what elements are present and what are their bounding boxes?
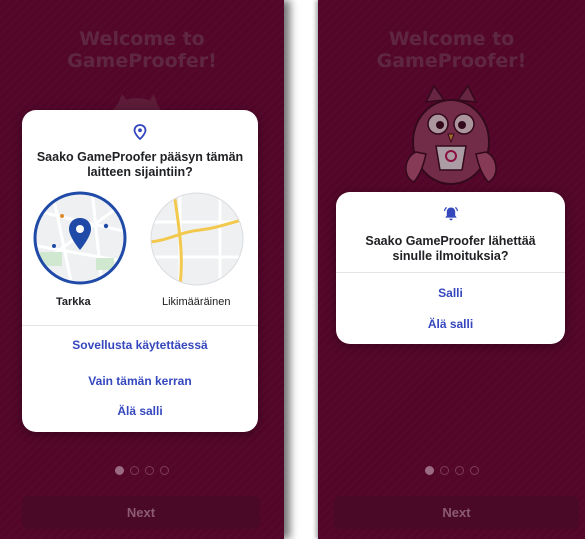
phone-screen-location: Welcome to GameProofer! Saako GameProofe… — [0, 0, 284, 539]
notification-bell-icon — [443, 206, 458, 221]
dialog-divider — [336, 272, 565, 273]
dialog-title: Saako GameProofer lähettää sinulle ilmoi… — [365, 234, 536, 263]
location-permission-dialog: Saako GameProofer pääsyn tämän laitteen … — [22, 110, 258, 432]
approximate-option-label: Likimääräinen — [162, 296, 231, 308]
page-dot — [130, 466, 139, 475]
approximate-location-map[interactable] — [150, 192, 244, 286]
page-dot-active — [424, 466, 434, 475]
next-button[interactable]: Next — [22, 496, 260, 529]
precise-location-map[interactable] — [32, 190, 128, 286]
dialog-title: Saako GameProofer pääsyn tämän laitteen … — [36, 150, 244, 179]
precise-option-label: Tarkka — [56, 296, 91, 308]
page-dot — [439, 466, 449, 475]
allow-once-button[interactable]: Vain tämän kerran — [22, 374, 258, 388]
dialog-divider — [22, 325, 258, 326]
page-indicator — [0, 466, 284, 475]
location-pin-icon — [133, 124, 147, 140]
deny-button[interactable]: Älä salli — [336, 317, 565, 331]
allow-while-using-button[interactable]: Sovellusta käytettäessä — [22, 338, 258, 352]
page-dot — [454, 466, 464, 475]
next-button[interactable]: Next — [334, 496, 579, 529]
phone-screen-notifications: Welcome to GameProofer! Saako GameProofe… — [318, 0, 585, 539]
page-dot — [160, 466, 169, 475]
deny-button[interactable]: Älä salli — [22, 404, 258, 418]
notification-permission-dialog: Saako GameProofer lähettää sinulle ilmoi… — [336, 192, 565, 344]
allow-button[interactable]: Salli — [336, 286, 565, 300]
page-indicator — [318, 466, 585, 475]
page-dot-active — [115, 466, 124, 475]
page-dot — [145, 466, 154, 475]
page-dot — [469, 466, 479, 475]
